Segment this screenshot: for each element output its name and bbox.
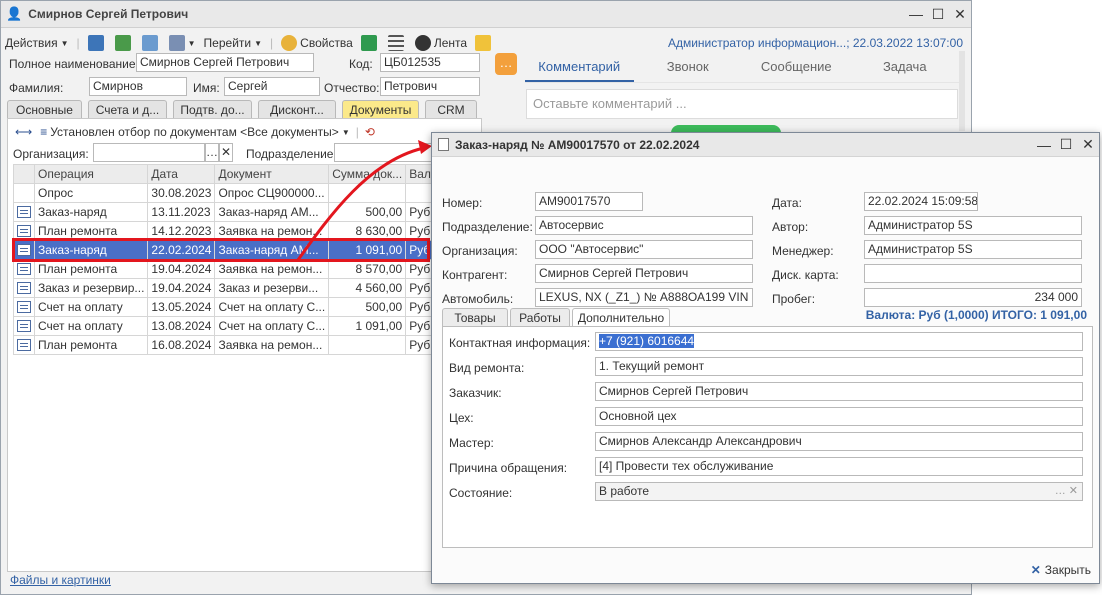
close-button-label: Закрыть — [1044, 563, 1091, 577]
extra-field[interactable]: Основной цех — [595, 407, 1083, 426]
tab-goods[interactable]: Товары — [442, 308, 508, 327]
car-label: Автомобиль: — [442, 292, 514, 306]
org-field[interactable]: ООО "Автосервис" — [535, 240, 753, 259]
extra-label: Цех: — [449, 411, 474, 425]
manager-label: Менеджер: — [772, 244, 834, 258]
manager-field[interactable]: Администратор 5S — [864, 240, 1082, 259]
extra-value: Основной цех — [599, 409, 677, 423]
close-icon[interactable]: ✕ — [1077, 134, 1099, 156]
contractor-label: Контрагент: — [442, 268, 508, 282]
number-label: Номер: — [442, 196, 483, 210]
mileage-field[interactable]: 234 000 — [864, 288, 1082, 307]
car-field[interactable]: LEXUS, NX (_Z1_) № А888ОА199 VIN JTJB — [535, 288, 753, 307]
extra-field[interactable]: Смирнов Александр Александрович — [595, 432, 1083, 451]
close-button[interactable]: ✕ Закрыть — [1031, 563, 1091, 577]
extra-field[interactable]: [4] Провести тех обслуживание — [595, 457, 1083, 476]
document-icon — [438, 138, 449, 151]
author-label: Автор: — [772, 220, 809, 234]
dialog-title: Заказ-наряд № АМ90017570 от 22.02.2024 — [455, 137, 700, 152]
extra-value: 1. Текущий ремонт — [599, 359, 705, 373]
date-field[interactable]: 22.02.2024 15:09:58 — [864, 192, 978, 211]
extra-value: [4] Провести тех обслуживание — [599, 459, 774, 473]
contractor-field[interactable]: Смирнов Сергей Петрович — [535, 264, 753, 283]
author-field[interactable]: Администратор 5S — [864, 216, 1082, 235]
extra-label: Контактная информация: — [449, 336, 591, 350]
extra-label: Заказчик: — [449, 386, 502, 400]
tab-extra[interactable]: Дополнительно — [572, 308, 670, 327]
org-label: Организация: — [442, 244, 518, 258]
extra-field[interactable]: +7 (921) 6016644 — [595, 332, 1083, 351]
order-dialog: Заказ-наряд № АМ90017570 от 22.02.2024 —… — [431, 132, 1100, 584]
extra-field[interactable]: В работе … ✕ — [595, 482, 1083, 501]
dept-label: Подразделение: — [442, 220, 533, 234]
extra-field[interactable]: Смирнов Сергей Петрович — [595, 382, 1083, 401]
extra-label: Вид ремонта: — [449, 361, 525, 375]
mileage-label: Пробег: — [772, 292, 816, 306]
extra-value: В работе — [599, 484, 650, 498]
extra-label: Состояние: — [449, 486, 513, 500]
extra-value: Смирнов Сергей Петрович — [599, 384, 749, 398]
extra-field[interactable]: 1. Текущий ремонт — [595, 357, 1083, 376]
dialog-titlebar: Заказ-наряд № АМ90017570 от 22.02.2024 —… — [432, 133, 1099, 157]
number-field[interactable]: АМ90017570 — [535, 192, 643, 211]
date-label: Дата: — [772, 196, 802, 210]
state-select-icons[interactable]: … ✕ — [1055, 483, 1078, 500]
minimize-icon[interactable]: — — [1033, 134, 1055, 156]
extra-label: Причина обращения: — [449, 461, 568, 475]
close-x-icon: ✕ — [1030, 563, 1041, 577]
extra-value: +7 (921) 6016644 — [599, 334, 695, 348]
card-field[interactable] — [864, 264, 1082, 283]
extra-value: Смирнов Александр Александрович — [599, 434, 802, 448]
maximize-icon[interactable]: ☐ — [1055, 134, 1077, 156]
dept-field[interactable]: Автосервис — [535, 216, 753, 235]
currency-total: Валюта: Руб (1,0000) ИТОГО: 1 091,00 — [865, 308, 1087, 322]
tab-works[interactable]: Работы — [510, 308, 570, 327]
card-label: Диск. карта: — [772, 268, 839, 282]
extra-label: Мастер: — [449, 436, 494, 450]
